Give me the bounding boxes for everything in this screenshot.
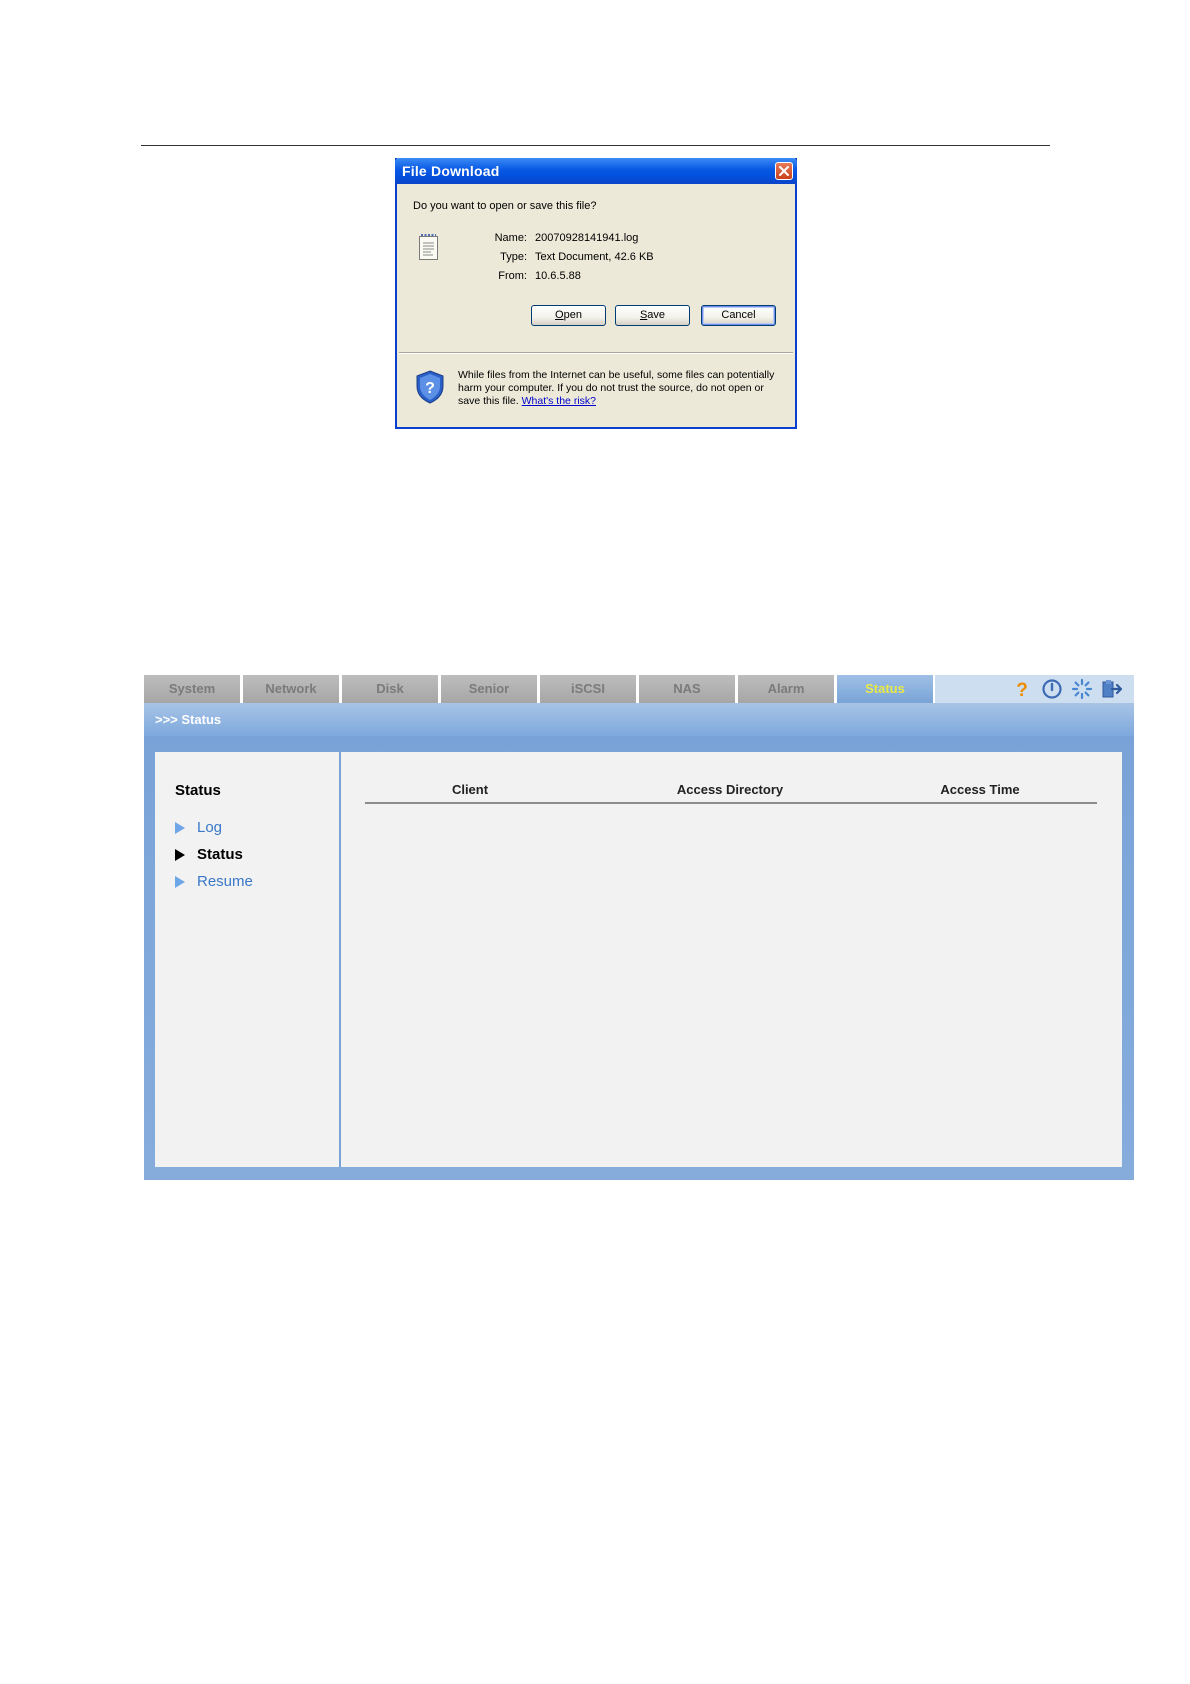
security-shield-icon: ? xyxy=(415,370,445,404)
sidebar-item-label: Resume xyxy=(197,873,253,890)
section-header: >>> Status xyxy=(144,703,1134,736)
cancel-button[interactable]: Cancel xyxy=(701,305,776,326)
file-from-row: From: 10.6.5.88 xyxy=(447,270,747,284)
dialog-title: File Download xyxy=(402,163,500,179)
tab-alarm[interactable]: Alarm xyxy=(738,675,834,703)
column-header-access-directory: Access Directory xyxy=(676,782,784,797)
sidebar-heading: Status xyxy=(175,782,221,799)
status-table-header: Client Access Directory Access Time xyxy=(365,780,1097,804)
tab-system[interactable]: System xyxy=(144,675,240,703)
power-icon[interactable] xyxy=(1041,678,1063,700)
file-type-row: Type: Text Document, 42.6 KB xyxy=(447,251,747,265)
text-file-icon xyxy=(418,233,440,261)
file-name-value: 20070928141941.log xyxy=(535,232,639,244)
tab-status[interactable]: Status xyxy=(837,675,933,703)
dialog-question: Do you want to open or save this file? xyxy=(413,200,597,212)
column-header-access-time: Access Time xyxy=(940,782,1020,797)
arrow-right-icon xyxy=(175,876,185,888)
sidebar: Status Log Status Resume xyxy=(155,752,341,1167)
tab-disk[interactable]: Disk xyxy=(342,675,438,703)
dialog-divider xyxy=(399,352,793,353)
save-button-label: ave xyxy=(647,309,666,321)
file-type-label: Type: xyxy=(500,251,527,263)
toolbar: ? xyxy=(935,675,1134,703)
main-tab-bar: System Network Disk Senior iSCSI NAS Ala… xyxy=(144,675,1134,705)
arrow-right-icon xyxy=(175,822,185,834)
close-icon[interactable] xyxy=(775,162,793,180)
whats-the-risk-link[interactable]: What's the risk? xyxy=(522,395,596,407)
open-button-label: pen xyxy=(563,309,582,321)
restart-icon[interactable] xyxy=(1071,678,1093,700)
device-web-ui: System Network Disk Senior iSCSI NAS Ala… xyxy=(144,675,1134,1180)
svg-text:?: ? xyxy=(1016,680,1028,700)
security-warning: While files from the Internet can be use… xyxy=(458,369,788,408)
svg-text:?: ? xyxy=(425,380,435,397)
tab-network[interactable]: Network xyxy=(243,675,339,703)
arrow-right-icon xyxy=(175,849,185,861)
save-button[interactable]: Save xyxy=(615,305,690,326)
tab-senior[interactable]: Senior xyxy=(441,675,537,703)
file-name-row: Name: 20070928141941.log xyxy=(447,232,747,246)
breadcrumb: >>> Status xyxy=(155,712,222,727)
file-from-label: From: xyxy=(498,270,527,282)
status-panel: Client Access Directory Access Time xyxy=(341,752,1122,1167)
dialog-titlebar[interactable]: File Download xyxy=(395,158,797,184)
help-icon[interactable]: ? xyxy=(1011,678,1033,701)
column-header-client: Client xyxy=(451,782,489,797)
file-download-dialog: File Download Do you want to open or sav… xyxy=(395,158,797,429)
tab-iscsi[interactable]: iSCSI xyxy=(540,675,636,703)
logout-icon[interactable] xyxy=(1101,678,1123,700)
sidebar-item-label: Status xyxy=(197,846,243,863)
open-button[interactable]: Open xyxy=(531,305,606,326)
page-top-rule xyxy=(141,145,1050,146)
file-from-value: 10.6.5.88 xyxy=(535,270,581,282)
file-name-label: Name: xyxy=(494,232,527,244)
sidebar-item-label: Log xyxy=(197,819,223,836)
open-access-key: O xyxy=(555,309,564,321)
tab-nas[interactable]: NAS xyxy=(639,675,735,703)
security-warning-text: While files from the Internet can be use… xyxy=(458,369,775,407)
file-type-value: Text Document, 42.6 KB xyxy=(535,251,654,263)
